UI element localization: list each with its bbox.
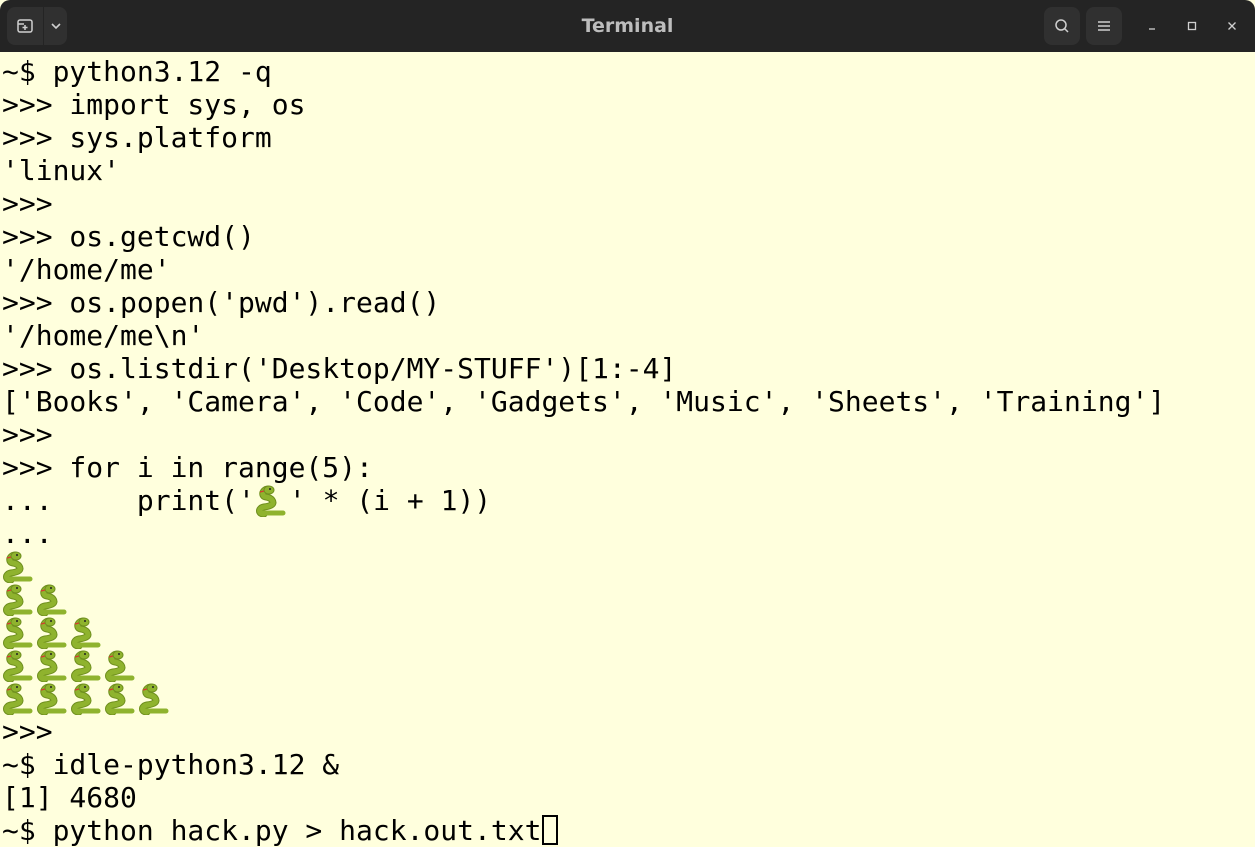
snake-emoji-icon [70, 682, 104, 716]
minimize-icon [1149, 28, 1155, 30]
terminal-line: [1] 4680 [2, 781, 137, 814]
snake-row [2, 616, 104, 650]
snake-emoji-icon [36, 583, 70, 617]
terminal-line: '/home/me\n' [2, 319, 205, 352]
title-bar: Terminal [0, 0, 1255, 52]
snake-row [2, 550, 36, 584]
snake-emoji-icon [70, 649, 104, 683]
terminal-line: ~$ python3.12 -q [2, 55, 272, 88]
snake-row [2, 682, 172, 716]
terminal-line: >>> [2, 418, 53, 451]
maximize-icon [1187, 21, 1197, 31]
terminal-line: >>> for i in range(5): [2, 451, 373, 484]
snake-emoji-icon [2, 649, 36, 683]
terminal-line: >>> os.listdir('Desktop/MY-STUFF')[1:-4] [2, 352, 677, 385]
close-icon [1228, 22, 1236, 30]
snake-emoji-icon [36, 682, 70, 716]
search-icon [1055, 19, 1069, 33]
terminal-line: '/home/me' [2, 253, 171, 286]
terminal-line: >>> import sys, os [2, 88, 306, 121]
snake-row [2, 583, 70, 617]
print-line-start: ... print(' [2, 484, 255, 517]
hamburger-menu-icon [1098, 21, 1110, 31]
terminal-line-print: ... print(' ' * (i + 1)) [2, 484, 492, 518]
terminal-line: >>> os.getcwd() [2, 220, 255, 253]
snake-emoji-icon [2, 616, 36, 650]
search-button[interactable] [1044, 7, 1080, 45]
maximize-button[interactable] [1178, 7, 1206, 45]
terminal-line: >>> [2, 715, 53, 748]
terminal-line: ['Books', 'Camera', 'Code', 'Gadgets', '… [2, 385, 1166, 418]
snake-emoji-icon [104, 682, 138, 716]
terminal-line: >>> [2, 187, 53, 220]
terminal-line: ~$ idle-python3.12 & [2, 748, 340, 781]
snake-emoji-icon [138, 682, 172, 716]
terminal-line: >>> sys.platform [2, 121, 272, 154]
terminal-line: >>> os.popen('pwd').read() [2, 286, 441, 319]
snake-emoji-icon [36, 649, 70, 683]
snake-emoji-icon [2, 583, 36, 617]
terminal-output[interactable]: ~$ python3.12 -q >>> import sys, os >>> … [0, 52, 1255, 847]
terminal-prompt-line[interactable]: ~$ python hack.py > hack.out.txt [2, 814, 559, 847]
terminal-line: 'linux' [2, 154, 121, 187]
snake-emoji-icon [36, 616, 70, 650]
terminal-window: Terminal ~$ python3.12 -q >>> import sys… [0, 0, 1255, 847]
snake-emoji-icon [2, 682, 36, 716]
minimize-button[interactable] [1138, 7, 1166, 45]
snake-emoji-icon [255, 484, 289, 518]
main-menu-button[interactable] [1086, 7, 1122, 45]
current-command: ~$ python hack.py > hack.out.txt [2, 814, 542, 847]
snake-emoji-icon [104, 649, 138, 683]
snake-emoji-icon [2, 550, 36, 584]
print-line-end: ' * (i + 1)) [288, 484, 492, 517]
snake-row [2, 649, 138, 683]
terminal-line: ... [2, 517, 53, 550]
close-button[interactable] [1218, 7, 1246, 45]
snake-emoji-icon [70, 616, 104, 650]
text-cursor [542, 815, 559, 845]
